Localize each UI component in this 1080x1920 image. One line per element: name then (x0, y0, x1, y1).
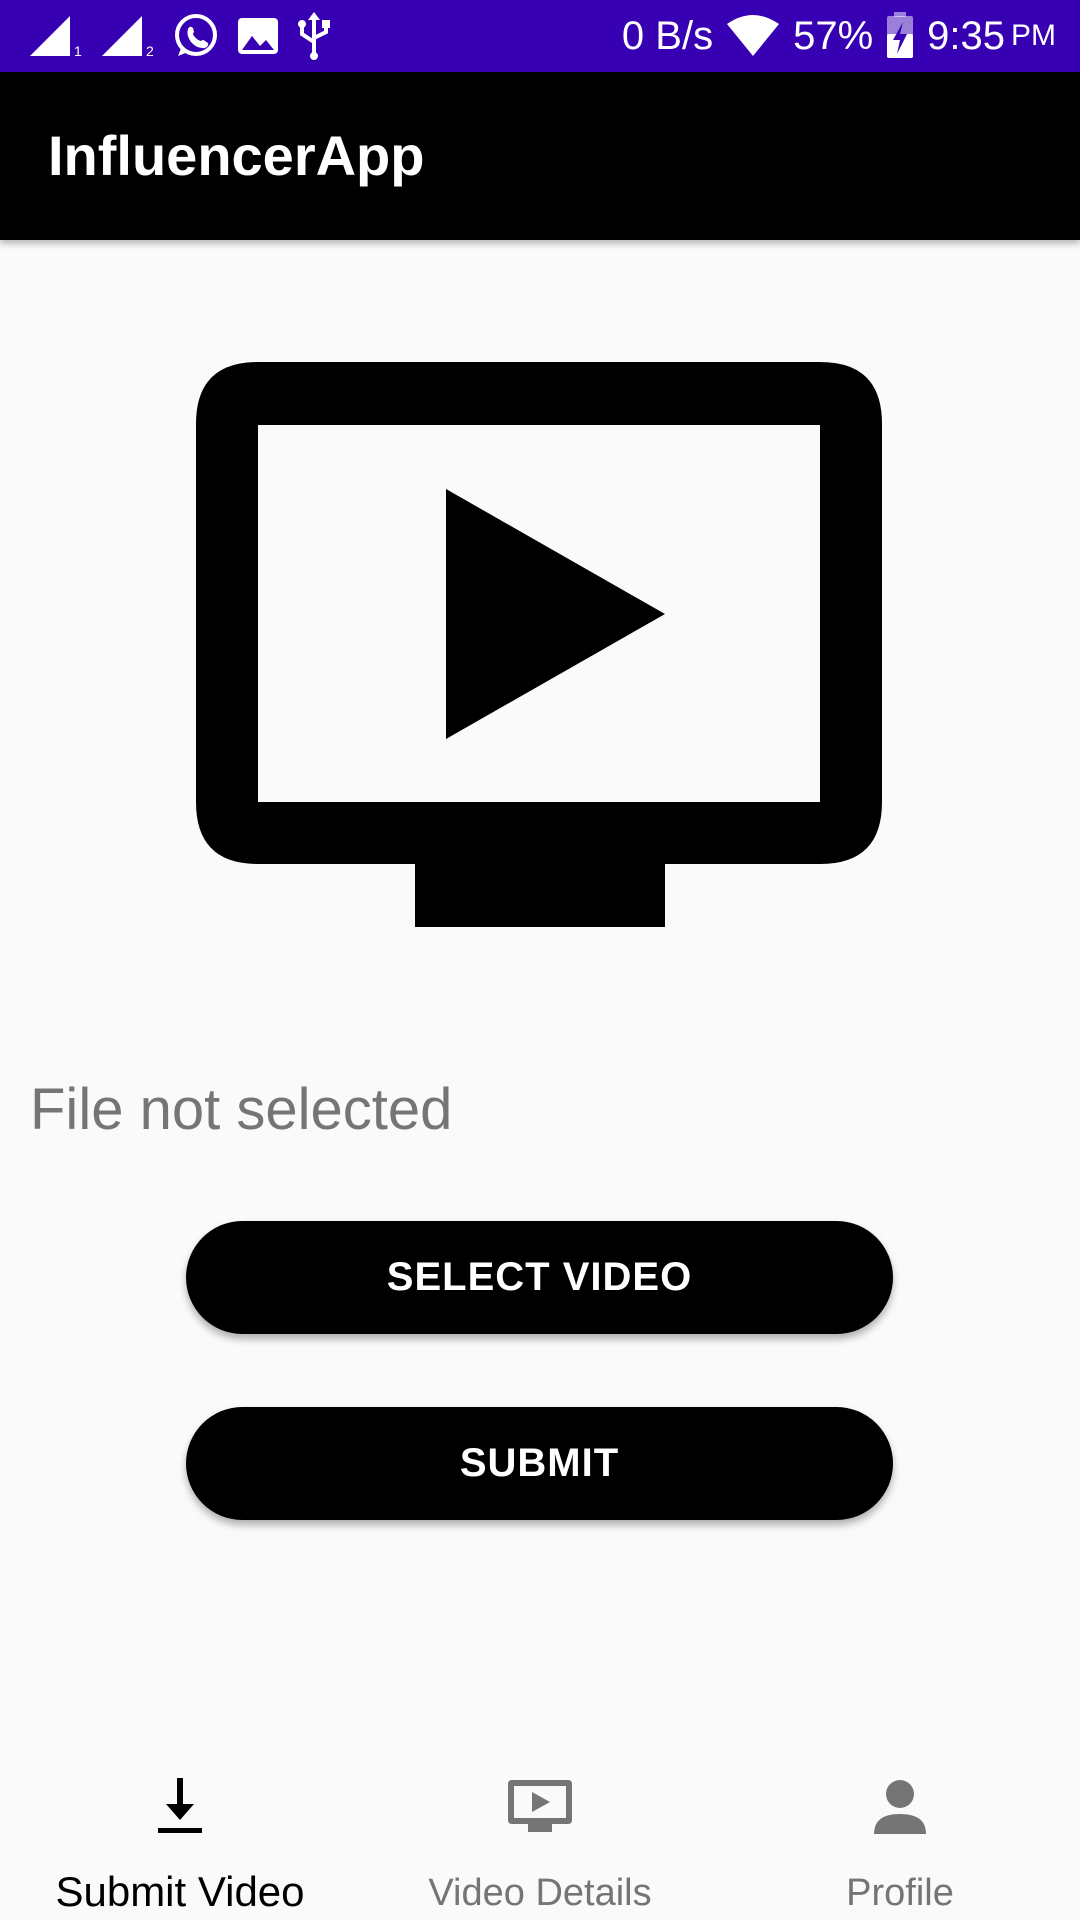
battery-percent: 57% (793, 13, 874, 58)
battery-charging-icon (887, 12, 914, 58)
status-left-icons: 1 2 (28, 0, 332, 72)
whatsapp-icon (175, 14, 217, 56)
status-right-info: 0 B/s 57% 9:35 PM (622, 0, 1056, 72)
submit-button[interactable]: SUBMIT (186, 1407, 893, 1520)
svg-text:1: 1 (74, 43, 82, 58)
app-bar: InfluencerApp (0, 72, 1080, 240)
nav-label-profile: Profile (846, 1872, 954, 1914)
usb-icon (298, 12, 330, 60)
nav-label-video-details: Video Details (428, 1872, 652, 1914)
clock-time: 9:35 (927, 13, 1005, 58)
svg-text:2: 2 (146, 43, 154, 58)
nav-item-video-details[interactable]: Video Details (360, 1760, 720, 1920)
screen: 1 2 0 B/s 57% 9:35 PM InfluencerApp File… (0, 0, 1080, 1920)
file-status-text: File not selected (30, 1077, 453, 1142)
nav-label-submit-video: Submit Video (55, 1868, 305, 1915)
person-icon (874, 1780, 926, 1834)
wifi-icon (727, 15, 780, 56)
nav-item-profile[interactable]: Profile (720, 1760, 1080, 1920)
tv-play-icon (196, 362, 882, 927)
download-icon (158, 1778, 202, 1833)
app-title: InfluencerApp (48, 124, 425, 187)
clock-ampm: PM (1011, 19, 1056, 52)
signal-sim1-icon: 1 (30, 16, 82, 58)
network-speed: 0 B/s (621, 13, 714, 58)
ondemand-video-icon (508, 1780, 572, 1832)
gallery-icon (238, 18, 278, 54)
select-video-button[interactable]: SELECT VIDEO (186, 1221, 893, 1334)
signal-sim2-icon: 2 (102, 16, 154, 58)
nav-item-submit-video[interactable]: Submit Video (0, 1760, 360, 1920)
bottom-navigation: Submit Video Video Details Profile (0, 1760, 1080, 1920)
status-bar: 1 2 0 B/s 57% 9:35 PM (0, 0, 1080, 72)
